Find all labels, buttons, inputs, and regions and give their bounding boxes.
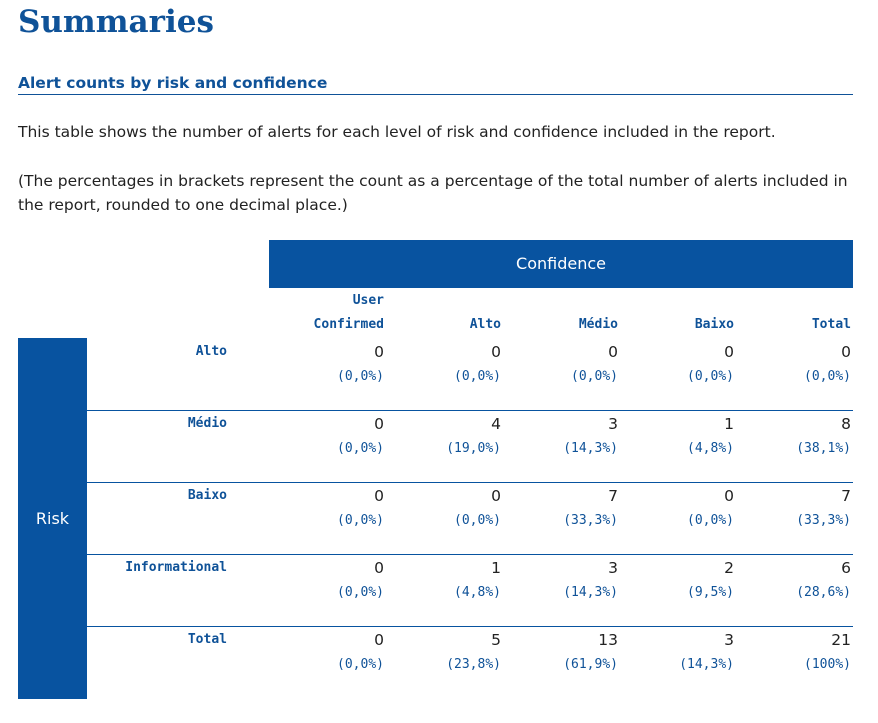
- percent-cell: (19,0%): [446, 441, 501, 456]
- col-header-total: Total: [811, 317, 851, 332]
- col-header-user-line2: Confirmed: [313, 317, 384, 332]
- percent-cell: (0,0%): [337, 513, 384, 528]
- count-cell: 3: [608, 559, 618, 577]
- row-divider: [87, 554, 853, 555]
- row-label-alto: Alto: [195, 344, 227, 359]
- percent-cell: (0,0%): [571, 369, 618, 384]
- intro-paragraph: This table shows the number of alerts fo…: [18, 123, 776, 141]
- note-paragraph: (The percentages in brackets represent t…: [18, 172, 848, 214]
- count-cell: 7: [841, 487, 851, 505]
- percent-cell: (23,8%): [446, 657, 501, 672]
- percent-cell: (0,0%): [337, 585, 384, 600]
- row-label-informational: Informational: [125, 560, 227, 575]
- row-label-baixo: Baixo: [187, 488, 227, 503]
- confidence-header: Confidence: [269, 240, 853, 288]
- percent-cell: (28,6%): [796, 585, 851, 600]
- row-label-medio: Médio: [187, 416, 227, 431]
- count-cell: 0: [374, 343, 384, 361]
- count-cell: 13: [598, 631, 618, 649]
- section-heading: Alert counts by risk and confidence: [18, 72, 853, 95]
- percent-cell: (4,8%): [687, 441, 734, 456]
- row-label-total: Total: [187, 632, 227, 647]
- percent-cell: (0,0%): [687, 513, 734, 528]
- percent-cell: (0,0%): [687, 369, 734, 384]
- count-cell: 5: [491, 631, 501, 649]
- count-cell: 0: [724, 343, 734, 361]
- count-cell: 3: [724, 631, 734, 649]
- row-divider: [87, 626, 853, 627]
- count-cell: 2: [724, 559, 734, 577]
- count-cell: 1: [491, 559, 501, 577]
- percent-cell: (4,8%): [454, 585, 501, 600]
- col-header-alto: Alto: [469, 317, 501, 332]
- row-divider: [87, 410, 853, 411]
- count-cell: 0: [608, 343, 618, 361]
- percent-cell: (0,0%): [337, 441, 384, 456]
- percent-cell: (14,3%): [679, 657, 734, 672]
- count-cell: 4: [491, 415, 501, 433]
- col-header-user-line1: User: [352, 293, 384, 308]
- count-cell: 0: [374, 631, 384, 649]
- count-cell: 6: [841, 559, 851, 577]
- percent-cell: (61,9%): [563, 657, 618, 672]
- percent-cell: (33,3%): [796, 513, 851, 528]
- count-cell: 7: [608, 487, 618, 505]
- count-cell: 0: [374, 559, 384, 577]
- count-cell: 1: [724, 415, 734, 433]
- col-header-baixo: Baixo: [694, 317, 734, 332]
- count-cell: 0: [841, 343, 851, 361]
- page-title: Summaries: [18, 4, 214, 40]
- percent-cell: (9,5%): [687, 585, 734, 600]
- count-cell: 0: [491, 487, 501, 505]
- percent-cell: (0,0%): [454, 513, 501, 528]
- percent-cell: (38,1%): [796, 441, 851, 456]
- count-cell: 3: [608, 415, 618, 433]
- percent-cell: (33,3%): [563, 513, 618, 528]
- percent-cell: (100%): [804, 657, 851, 672]
- count-cell: 0: [724, 487, 734, 505]
- percent-cell: (14,3%): [563, 585, 618, 600]
- percent-cell: (0,0%): [337, 369, 384, 384]
- risk-header: Risk: [18, 338, 87, 699]
- percent-cell: (0,0%): [804, 369, 851, 384]
- percent-cell: (0,0%): [337, 657, 384, 672]
- count-cell: 0: [491, 343, 501, 361]
- count-cell: 0: [374, 415, 384, 433]
- row-divider: [87, 482, 853, 483]
- count-cell: 21: [831, 631, 851, 649]
- percent-cell: (14,3%): [563, 441, 618, 456]
- percent-cell: (0,0%): [454, 369, 501, 384]
- count-cell: 0: [374, 487, 384, 505]
- col-header-medio: Médio: [578, 317, 618, 332]
- count-cell: 8: [841, 415, 851, 433]
